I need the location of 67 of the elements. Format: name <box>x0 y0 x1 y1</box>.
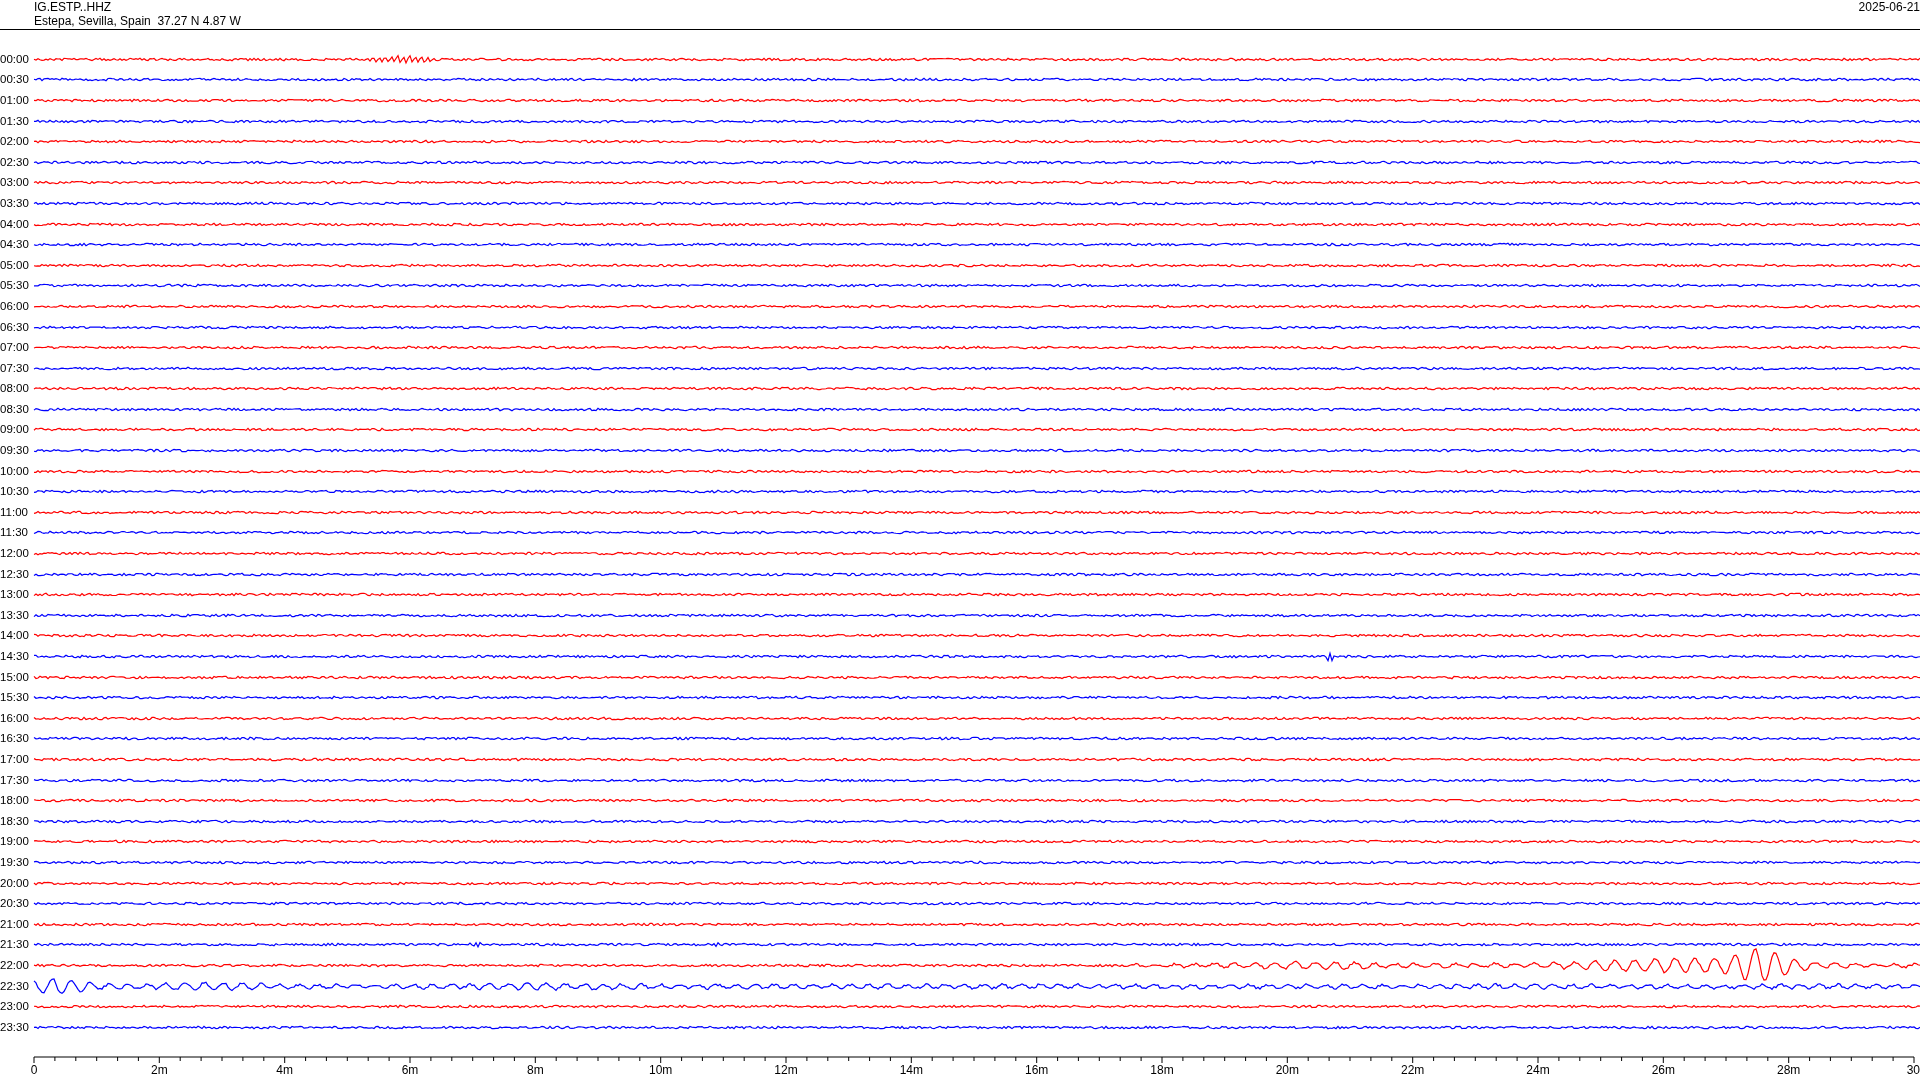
time-label: 04:30 <box>0 238 30 252</box>
time-label: 10:30 <box>0 485 30 499</box>
time-label: 12:00 <box>0 547 30 561</box>
time-label: 03:00 <box>0 176 30 190</box>
axis-label: 20m <box>1275 1062 1299 1076</box>
time-label: 06:30 <box>0 320 30 334</box>
station-location: Estepa, Sevilla, Spain 37.27 N 4.87 W <box>34 14 241 28</box>
time-label: 10:00 <box>0 464 30 478</box>
time-label: 01:30 <box>0 114 30 128</box>
time-label: 23:30 <box>0 1020 30 1034</box>
time-label: 01:00 <box>0 94 30 107</box>
axis-label: 30 <box>1906 1062 1920 1076</box>
time-label: 05:00 <box>0 258 30 272</box>
time-label: 09:30 <box>0 444 30 458</box>
time-label: 17:30 <box>0 773 30 787</box>
time-label: 20:30 <box>0 897 30 911</box>
time-label: 13:00 <box>0 588 30 602</box>
time-label: 07:30 <box>0 361 30 375</box>
time-label: 02:30 <box>0 155 30 169</box>
time-label: 12:30 <box>0 567 30 581</box>
time-label: 14:00 <box>0 629 30 643</box>
time-label: 22:00 <box>0 958 30 972</box>
time-label: 20:00 <box>0 876 30 890</box>
axis-label: 16m <box>1025 1062 1049 1076</box>
time-label: 03:30 <box>0 196 30 210</box>
axis-label: 24m <box>1526 1062 1550 1076</box>
axis-label: 22m <box>1401 1062 1425 1076</box>
time-label: 05:30 <box>0 279 30 293</box>
time-label: 17:00 <box>0 753 30 766</box>
time-label: 19:00 <box>0 835 30 849</box>
time-label: 02:00 <box>0 135 30 149</box>
time-label: 16:30 <box>0 732 30 746</box>
time-label: 19:30 <box>0 855 30 869</box>
time-label: 18:30 <box>0 814 30 828</box>
axis-label: 2m <box>151 1062 168 1076</box>
axis-label: 8m <box>527 1062 544 1076</box>
time-label: 22:30 <box>0 979 30 993</box>
axis-label: 4m <box>276 1062 293 1076</box>
time-label: 08:30 <box>0 402 30 416</box>
axis-label: 12m <box>774 1062 798 1076</box>
time-label: 18:00 <box>0 794 30 808</box>
axis-label: 18m <box>1150 1062 1174 1076</box>
time-label: 11:00 <box>0 505 29 519</box>
axis-label: 28m <box>1777 1062 1801 1076</box>
axis-label: 10m <box>649 1062 673 1076</box>
axis-label: 0 <box>30 1062 38 1076</box>
time-label: 06:00 <box>0 299 30 313</box>
time-label: 15:30 <box>0 691 30 705</box>
time-label: 23:00 <box>0 1000 30 1014</box>
axis-label: 26m <box>1651 1062 1675 1076</box>
time-label: 08:00 <box>0 382 30 396</box>
time-label: 16:00 <box>0 711 30 725</box>
time-label: 13:30 <box>0 608 30 622</box>
station-code: IG.ESTP..HHZ <box>34 0 113 14</box>
date-label: 2025-06-21 <box>1858 0 1920 14</box>
axis-label: 6m <box>401 1062 419 1076</box>
axis-label: 14m <box>899 1062 923 1076</box>
time-label: 21:00 <box>0 917 30 931</box>
time-label: 21:30 <box>0 938 30 952</box>
time-label: 04:00 <box>0 217 30 231</box>
time-label: 09:00 <box>0 423 30 437</box>
time-label: 00:30 <box>0 73 30 87</box>
time-label: 11:30 <box>0 526 29 540</box>
time-label: 07:00 <box>0 341 30 355</box>
time-label: 00:00 <box>0 52 30 66</box>
time-label: 14:30 <box>0 650 30 663</box>
time-label: 15:00 <box>0 670 30 684</box>
